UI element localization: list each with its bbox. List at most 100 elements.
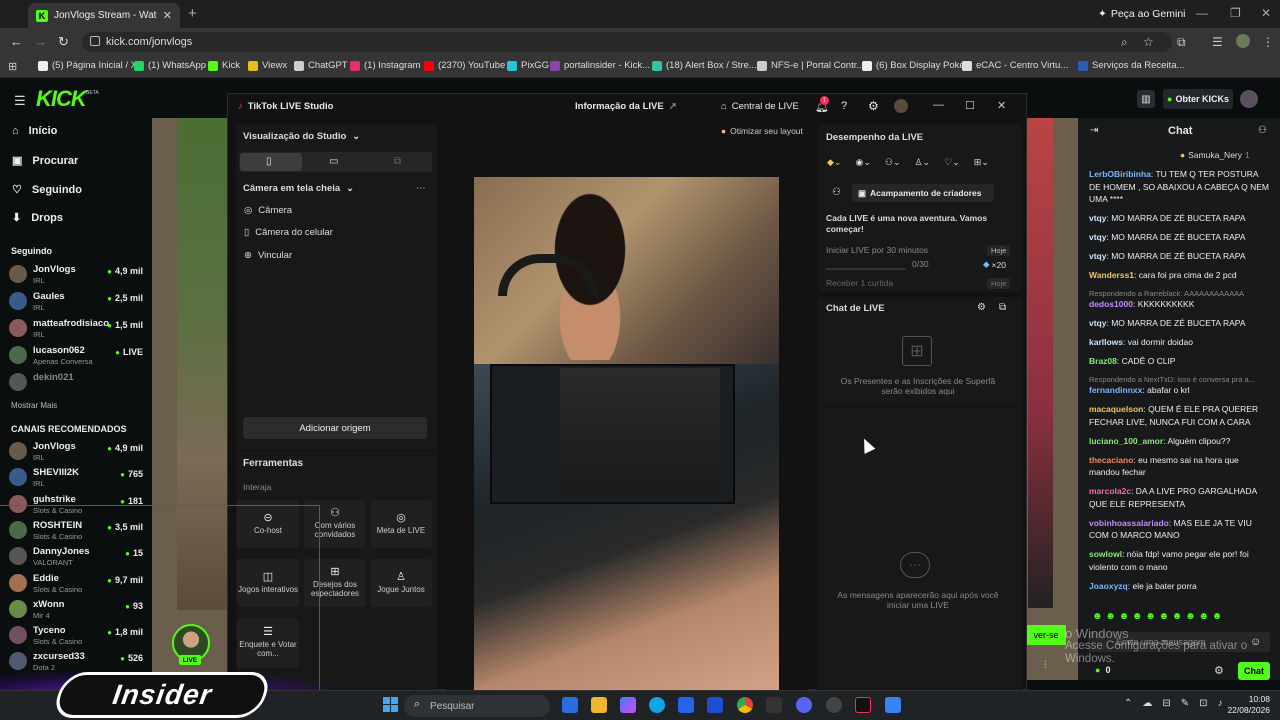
chat-username[interactable]: vtqy	[1089, 213, 1106, 223]
source-camera[interactable]: ◎ Câmera	[244, 205, 292, 216]
live-info-button[interactable]: Informação da LIVE ↗	[575, 101, 677, 112]
chat-username[interactable]: vtqy	[1089, 232, 1106, 242]
close-window-icon[interactable]: ✕	[1261, 6, 1271, 20]
kick-logo[interactable]: KICK	[36, 86, 87, 112]
chat-users-icon[interactable]: ⚇	[1258, 125, 1267, 136]
maximize-icon[interactable]: ❐	[1230, 6, 1241, 20]
bookmark-item[interactable]: (2370) YouTube	[424, 60, 505, 71]
tool-play-together[interactable]: ♙ Jogue Juntos	[370, 559, 432, 607]
chat-username[interactable]: luciano_100_amor	[1089, 436, 1163, 446]
discord-icon[interactable]	[796, 697, 812, 713]
edge-icon[interactable]	[649, 697, 665, 713]
bookmark-item[interactable]: (5) Página Inicial / X	[38, 60, 137, 71]
zoom-icon[interactable]: ⌕	[1121, 35, 1128, 50]
bookmark-item[interactable]: portalinsider - Kick...	[550, 60, 650, 71]
site-info-icon[interactable]	[90, 36, 100, 46]
copilot-icon[interactable]	[620, 697, 636, 713]
close-tab-icon[interactable]: ✕	[163, 9, 172, 22]
bookmark-item[interactable]: Serviços da Receita...	[1078, 60, 1184, 71]
show-more-link[interactable]: Mostrar Mais	[11, 401, 57, 410]
nav-procurar[interactable]: ▣ Procurar	[12, 154, 78, 168]
popout-icon[interactable]: ⧉	[999, 302, 1006, 313]
stats-icon[interactable]: ⫶	[1044, 660, 1047, 671]
profile-avatar[interactable]	[1236, 34, 1250, 48]
media-icon[interactable]: ☰	[1212, 35, 1223, 49]
collapse-chat-icon[interactable]: ⇥	[1090, 125, 1098, 136]
tk-close-icon[interactable]: ✕	[997, 99, 1006, 112]
bookmark-item[interactable]: (1) WhatsApp	[134, 60, 206, 71]
file-explorer-icon[interactable]	[591, 697, 607, 713]
more-options-icon[interactable]: ⋯	[416, 183, 426, 194]
layout-icon[interactable]: ▥	[1137, 90, 1155, 108]
bookmark-item[interactable]: Viewx	[248, 60, 287, 71]
chat-username[interactable]: vobinhoassalariado	[1089, 518, 1169, 528]
gemini-button[interactable]: ✦ Peça ao Gemini	[1098, 8, 1186, 20]
nav-drops[interactable]: ⬇ Drops	[12, 211, 63, 225]
chrome-icon[interactable]	[737, 697, 753, 713]
bookmark-item[interactable]: (1) Instagram	[350, 60, 421, 71]
capcut-icon[interactable]	[766, 697, 782, 713]
bookmark-item[interactable]: (18) Alert Box / Stre...	[652, 60, 757, 71]
optimize-layout-button[interactable]: ● Otimizar seu layout	[721, 126, 803, 136]
channel-item[interactable]: GaulesIRL 2,5 mil	[9, 290, 147, 316]
source-phone-camera[interactable]: ▯ Câmera do celular	[244, 227, 333, 238]
bookmark-star-icon[interactable]: ☆	[1143, 35, 1154, 49]
chat-username[interactable]: vtqy	[1089, 251, 1106, 261]
chat-username[interactable]: Joaoxyzq	[1089, 581, 1128, 591]
obs-icon[interactable]	[826, 697, 842, 713]
reload-icon[interactable]: ↻	[58, 34, 69, 50]
user-avatar[interactable]	[1240, 90, 1258, 108]
bookmark-item[interactable]: PixGG	[507, 60, 549, 71]
windows-start-icon[interactable]	[383, 697, 398, 712]
chat-username[interactable]: Braz08	[1089, 356, 1117, 366]
chat-username[interactable]: marcola2c	[1089, 486, 1131, 496]
browser-tab[interactable]: K JonVlogs Stream - Watch Live o ✕	[28, 3, 180, 28]
central-live-button[interactable]: ⌂ Central de LIVE	[721, 101, 799, 112]
settings-icon[interactable]: ⚙	[868, 99, 879, 113]
channel-item[interactable]: lucason062Apenas Conversa LIVE	[9, 344, 147, 370]
chat-username[interactable]: vtqy	[1089, 318, 1106, 328]
bookmark-item[interactable]: (6) Box Display Poké...	[862, 60, 973, 71]
channel-item[interactable]: dekin021	[9, 371, 147, 397]
chat-username[interactable]: LerbOBiribinha	[1089, 169, 1151, 179]
tiktok-avatar[interactable]	[894, 99, 908, 113]
tiktok-studio-taskbar-icon[interactable]	[855, 697, 871, 713]
system-tray[interactable]: ⌃☁⊟✎⊡♪	[1124, 698, 1233, 709]
chat-username[interactable]: Wanderss1	[1089, 270, 1134, 280]
chat-username[interactable]: dedos1000	[1089, 299, 1133, 309]
nav-inicio[interactable]: ⌂ Início	[12, 125, 57, 137]
tk-maximize-icon[interactable]: ☐	[965, 99, 975, 112]
chat-username[interactable]: macaquelson	[1089, 404, 1143, 414]
obter-kicks-button[interactable]: ● Obter KICKs	[1163, 89, 1233, 109]
channel-item[interactable]: SHEVIII2KIRL 765	[9, 466, 147, 492]
forward-icon[interactable]: →	[34, 34, 47, 49]
split-view-icon[interactable]: ⧉	[394, 156, 401, 167]
studio-view-dropdown[interactable]: Visualização do Studio ⌄	[243, 131, 360, 142]
tk-minimize-icon[interactable]: —	[933, 99, 944, 111]
top-gifter[interactable]: ● Samuka_Nery 1	[1180, 150, 1250, 160]
tool-live-goal[interactable]: ◎ Meta de LIVE	[370, 500, 432, 548]
add-source-button[interactable]: Adicionar origem	[243, 417, 427, 439]
nav-seguindo[interactable]: ♡ Seguindo	[12, 183, 82, 197]
task-view-icon[interactable]	[562, 697, 578, 713]
channel-item[interactable]: JonVlogsIRL 4,9 mil	[9, 440, 147, 466]
url-input[interactable]: kick.com/jonvlogs	[82, 32, 1172, 52]
emote-bar[interactable]: ☻ ☻ ☻ ☻ ☻ ☻ ☻ ☻ ☻ ☻	[1092, 611, 1222, 622]
new-tab-icon[interactable]: +	[188, 5, 197, 22]
bookmark-item[interactable]: eCAC - Centro Virtu...	[962, 60, 1068, 71]
chat-username[interactable]: karllows	[1089, 337, 1123, 347]
chat-username[interactable]: fernandinnxx	[1089, 385, 1142, 395]
camera-scene-dropdown[interactable]: Câmera em tela cheia ⌄	[243, 183, 354, 194]
chat-settings-icon[interactable]: ⚙	[977, 302, 986, 313]
outlook-icon[interactable]	[678, 697, 694, 713]
taskbar-clock[interactable]: 10:08 22/08/2026	[1218, 694, 1270, 716]
bookmark-item[interactable]: NFS-e | Portal Contr...	[757, 60, 864, 71]
performance-metrics[interactable]: ◆⌄ ◉⌄ ⚇⌄ ♙⌄ ♡⌄ ⊞⌄	[827, 157, 989, 168]
extensions-icon[interactable]: ⧉	[1177, 35, 1186, 50]
help-icon[interactable]: ?	[841, 100, 847, 112]
chat-username[interactable]: sowlowl	[1089, 549, 1122, 559]
hamburger-menu-icon[interactable]: ☰	[14, 93, 26, 109]
landscape-icon[interactable]: ▭	[329, 156, 338, 167]
back-icon[interactable]: ←	[10, 34, 23, 49]
taskbar-search[interactable]: Pesquisar	[404, 695, 550, 717]
